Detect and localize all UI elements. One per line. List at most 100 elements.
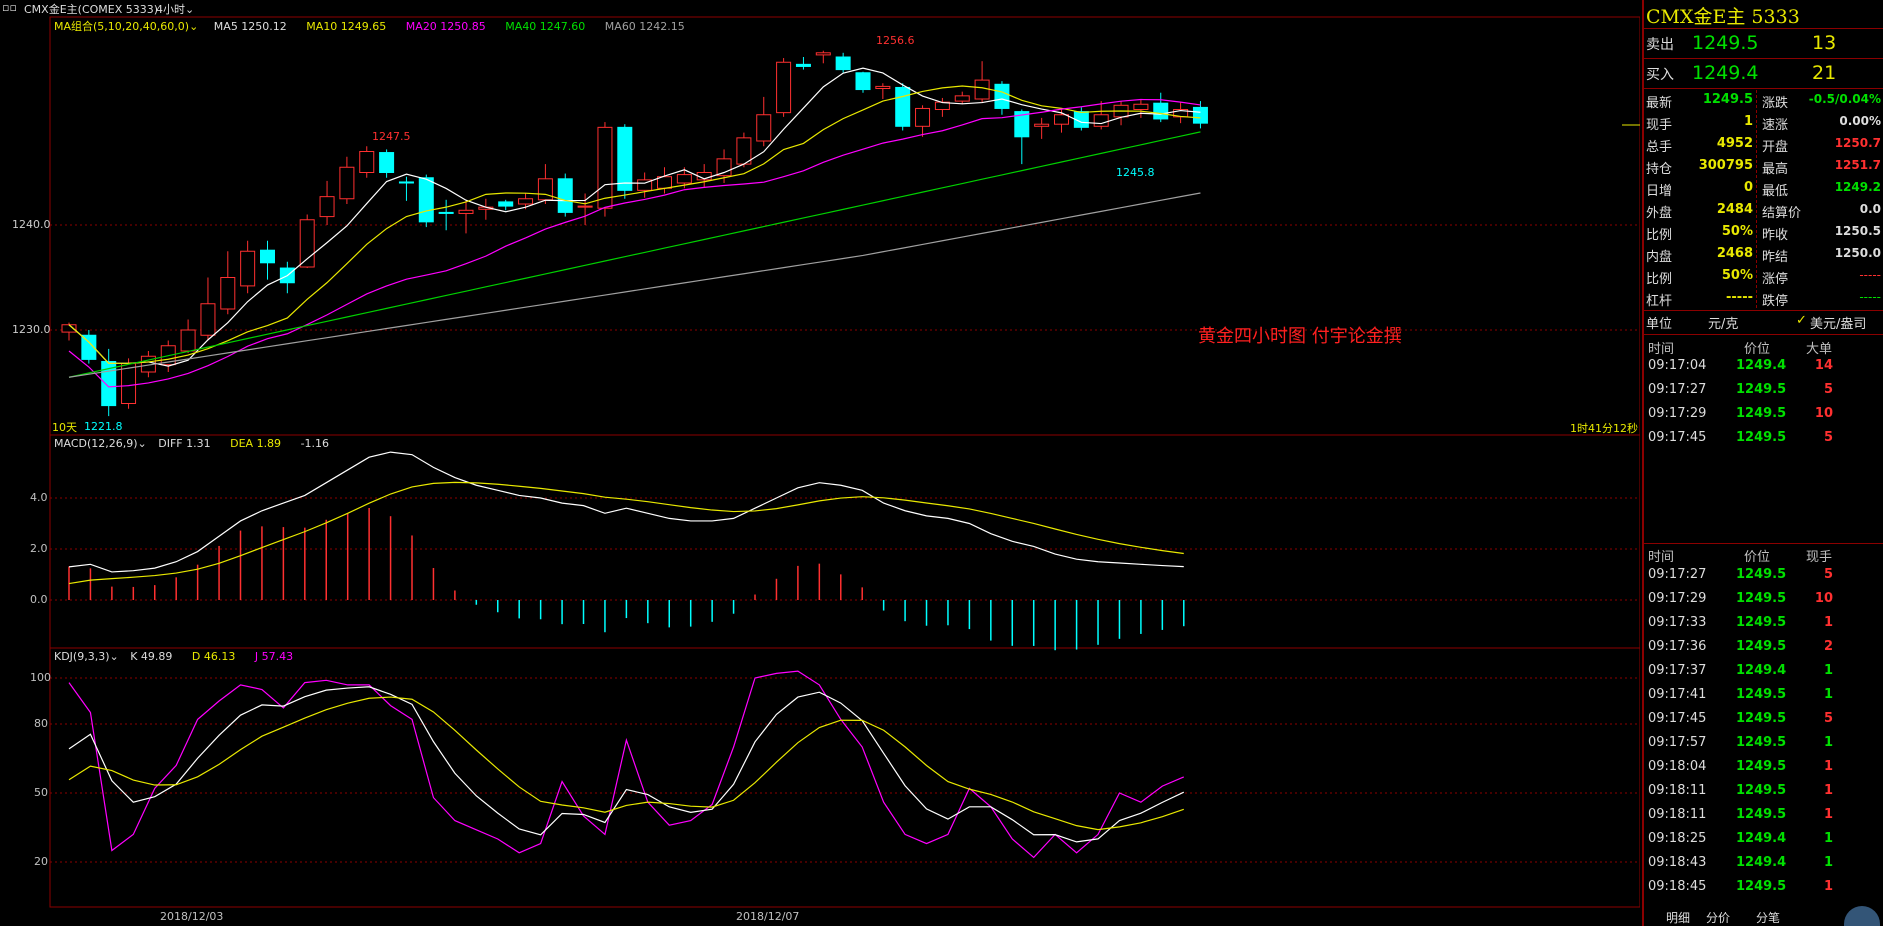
candle-body [557,178,573,213]
row-price: 1249.5 [1736,382,1787,397]
stat-value: 50% [1721,224,1753,239]
candle-body [1133,103,1149,110]
row-price: 1249.4 [1736,358,1787,373]
candlesticks [61,50,1208,417]
buy-label: 买入 [1646,67,1674,83]
candle-body [1054,114,1069,125]
macd-dea: DEA 1.89 [230,437,282,450]
j-line [68,670,1185,859]
row-time: 09:17:41 [1648,687,1707,702]
row-price: 1249.4 [1736,663,1787,678]
header-price: 价位 [1744,342,1771,357]
chevron-down-icon: ⌄ [137,437,147,450]
detail-tabs: 明细 分价 分笔 [1644,906,1883,926]
ma40-line [68,131,1201,378]
y-tick-1230: 1230.0 [12,323,51,336]
window-controls-icon[interactable]: ▫▫ [2,1,17,14]
stat-label: 涨停 [1762,272,1789,287]
candle-body [379,152,395,174]
stat-value: ----- [1859,268,1881,282]
stat-label: 最高 [1762,162,1789,177]
kdj-name: KDJ(9,3,3) [54,650,110,663]
row-volume: 1 [1823,615,1833,630]
avatar[interactable] [1844,906,1880,926]
row-time: 09:18:11 [1648,807,1707,822]
stat-value: 1250.0 [1834,246,1881,260]
row-time: 09:18:11 [1648,783,1707,798]
low-label-2: 1245.8 [1116,166,1155,179]
row-time: 09:17:29 [1648,591,1707,606]
row-volume: 1 [1823,879,1833,894]
stat-label: 现手 [1646,118,1673,133]
stat-label: 最低 [1762,184,1789,199]
candle-body [319,196,335,218]
sell-label: 卖出 [1646,37,1674,53]
chevron-down-icon: ⌄ [189,20,199,33]
candle-body [1093,114,1109,127]
row-time: 09:18:45 [1648,879,1707,894]
period-selector[interactable]: 4小时⌄ [156,1,194,17]
candle-body [458,209,474,214]
candle-body [220,277,236,310]
header-time: 时间 [1648,342,1675,357]
chevron-down-icon: ⌄ [109,650,119,663]
row-volume: 5 [1823,567,1833,582]
stat-label: 比例 [1646,228,1673,243]
row-price: 1249.5 [1736,807,1787,822]
macd-histogram [68,507,1185,651]
period-label: 4小时 [156,3,185,16]
tab-price-dist[interactable]: 分价 [1706,909,1730,926]
row-volume: 1 [1823,687,1833,702]
candle-body [498,201,514,207]
row-volume: 5 [1823,382,1833,397]
candle-body [180,329,196,352]
row-time: 09:18:43 [1648,855,1707,870]
row-price: 1249.5 [1736,759,1787,774]
tab-trades[interactable]: 分笔 [1756,909,1780,926]
row-volume: 1 [1823,783,1833,798]
kline-chart[interactable] [0,0,1640,926]
ma-legend[interactable]: MA组合(5,10,20,40,60,0)⌄ MA5 1250.12 MA10 … [54,18,685,34]
candle-body [736,137,752,165]
candle-body [260,249,275,264]
candle-body [537,178,553,201]
row-volume: 10 [1814,406,1833,421]
grid-lines [50,124,1640,863]
row-time: 09:17:45 [1648,430,1707,445]
candle-body [795,63,811,67]
stat-value: 0.0 [1859,202,1881,216]
row-price: 1249.5 [1736,879,1787,894]
stat-label: 跌停 [1762,294,1789,309]
candle-body [200,303,216,336]
row-volume: 1 [1823,855,1833,870]
x-date-2: 2018/12/07 [736,910,800,923]
stat-value: 1 [1743,114,1753,129]
unit-option-ounce[interactable]: 美元/盎司 [1810,313,1866,332]
candle-body [776,61,792,114]
row-volume: 1 [1823,759,1833,774]
candle-body [577,205,593,208]
header-volume: 现手 [1806,550,1833,565]
candle-body [756,114,772,142]
row-volume: 2 [1823,639,1833,654]
row-price: 1249.5 [1736,687,1787,702]
stat-value: -0.5/0.04% [1808,92,1881,106]
watermark-text: 黄金四小时图 付宇论金撰 [1198,326,1402,347]
kdj-tick-50: 50 [34,786,48,799]
macd-legend[interactable]: MACD(12,26,9)⌄ DIFF 1.31 DEA 1.89 -1.16 [54,437,329,450]
unit-option-gram[interactable]: 元/克 [1708,313,1738,332]
ma20-line [68,98,1201,388]
kdj-legend[interactable]: KDJ(9,3,3)⌄ K 49.89 D 46.13 J 57.43 [54,650,293,663]
row-price: 1249.5 [1736,406,1787,421]
stat-label: 结算价 [1762,206,1802,221]
stat-label: 开盘 [1762,140,1789,155]
check-icon: ✓ [1796,313,1807,328]
d-line [68,696,1184,831]
row-time: 09:18:04 [1648,759,1707,774]
countdown-label: 1时41分12秒 [1570,422,1638,435]
stat-label: 外盘 [1646,206,1673,221]
row-time: 09:17:27 [1648,382,1707,397]
candle-body [359,151,375,173]
tab-detail[interactable]: 明细 [1666,909,1690,926]
row-price: 1249.5 [1736,639,1787,654]
